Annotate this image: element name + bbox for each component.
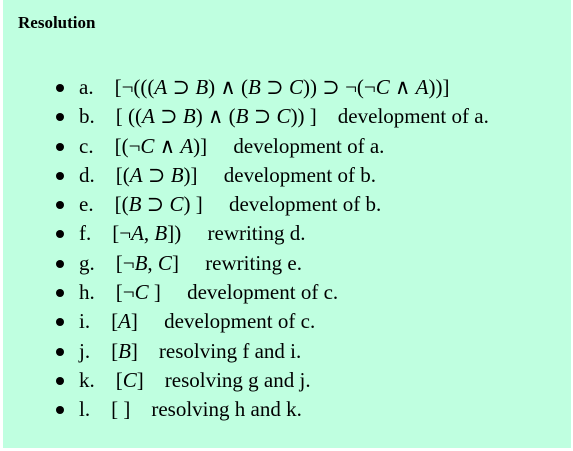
bullet-icon <box>56 171 64 180</box>
step-expression: l. [ ] <box>79 397 131 422</box>
bullet-icon <box>56 259 64 268</box>
step-note: resolving g and j. <box>164 367 311 392</box>
step-expression: k. [C] <box>79 367 144 392</box>
list-item: c. [(¬C ∧ A)] development of a. <box>3 132 489 161</box>
bullet-icon <box>56 84 64 92</box>
step-expression: i. [A] <box>79 309 138 334</box>
list-item: j. [B] resolving f and i. <box>3 337 489 366</box>
step-note: resolving h and k. <box>151 397 302 422</box>
list-item: d. [(A ⊃ B)] development of b. <box>3 161 489 190</box>
step-expression: c. [(¬C ∧ A)] <box>79 133 208 158</box>
step-expression: j. [B] <box>79 338 138 363</box>
list-item: g. [¬B, C] rewriting e. <box>3 249 489 278</box>
content-panel: Resolution a. [¬(((A ⊃ B) ∧ (B ⊃ C)) ⊃ ¬… <box>3 0 571 448</box>
step-note: development of b. <box>223 162 376 187</box>
list-item: e. [(B ⊃ C) ] development of b. <box>3 190 489 219</box>
bullet-icon <box>56 142 64 151</box>
resolution-steps-list: a. [¬(((A ⊃ B) ∧ (B ⊃ C)) ⊃ ¬(¬C ∧ A))] … <box>3 73 489 425</box>
list-item: i. [A] development of c. <box>3 307 489 336</box>
bullet-icon <box>56 289 64 298</box>
step-expression: f. [¬A, B]) <box>79 221 182 246</box>
list-item: b. [ ((A ⊃ B) ∧ (B ⊃ C)) ] development o… <box>3 102 489 131</box>
bullet-icon <box>56 201 64 210</box>
bullet-icon <box>56 376 64 385</box>
bullet-icon <box>56 230 64 239</box>
step-note: development of c. <box>187 280 339 305</box>
step-note: rewriting d. <box>207 221 306 246</box>
step-expression: d. [(A ⊃ B)] <box>79 162 198 187</box>
list-item: f. [¬A, B]) rewriting d. <box>3 219 489 248</box>
list-item: l. [ ] resolving h and k. <box>3 395 489 424</box>
step-expression: e. [(B ⊃ C) ] <box>79 192 203 217</box>
bullet-icon <box>56 406 64 415</box>
bullet-icon <box>56 347 64 356</box>
step-note: rewriting e. <box>205 250 302 275</box>
section-title: Resolution <box>18 13 96 32</box>
step-expression: a. [¬(((A ⊃ B) ∧ (B ⊃ C)) ⊃ ¬(¬C ∧ A))] <box>79 75 450 99</box>
step-expression: g. [¬B, C] <box>79 250 179 275</box>
step-note: development of c. <box>164 309 316 334</box>
list-item: h. [¬C ] development of c. <box>3 278 489 307</box>
bullet-icon <box>56 113 64 122</box>
step-note: development of a. <box>337 104 489 129</box>
list-item: k. [C] resolving g and j. <box>3 366 489 395</box>
step-expression: h. [¬C ] <box>79 280 161 305</box>
step-expression: b. [ ((A ⊃ B) ∧ (B ⊃ C)) ] <box>79 104 317 129</box>
step-note: development of b. <box>229 192 382 217</box>
list-item: a. [¬(((A ⊃ B) ∧ (B ⊃ C)) ⊃ ¬(¬C ∧ A))] <box>3 73 489 102</box>
step-note: resolving f and i. <box>158 338 302 363</box>
bullet-icon <box>56 318 64 327</box>
step-note: development of a. <box>233 133 385 158</box>
